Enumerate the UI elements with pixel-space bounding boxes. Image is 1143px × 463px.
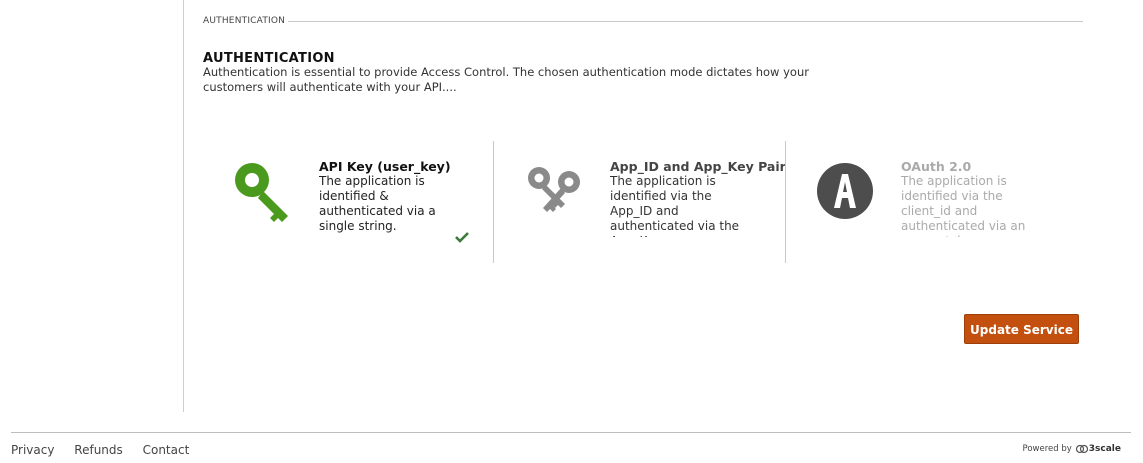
footer-link-refunds[interactable]: Refunds [74,443,123,457]
footer-link-privacy[interactable]: Privacy [11,443,54,457]
option-text: OAuth 2.0 The application is identified … [901,159,1081,237]
double-key-icon [528,167,580,212]
section-title: AUTHENTICATION [203,51,335,66]
option-divider [785,141,786,263]
brand-name: 3scale [1088,444,1121,454]
auth-option-app-id-key[interactable]: App_ID and App_Key Pair The application … [499,140,789,263]
footer-links: Privacy Refunds Contact [11,443,205,457]
checkmark-icon [455,232,469,243]
update-service-button[interactable]: Update Service [964,314,1079,344]
auth-option-api-key[interactable]: API Key (user_key) The application is id… [208,140,498,263]
option-divider [493,141,494,263]
fieldset-legend: AUTHENTICATION [203,16,286,26]
option-title: API Key (user_key) [319,159,451,174]
option-description: The application is identified & authenti… [319,174,436,233]
powered-by-label: Powered by [1022,444,1072,454]
powered-by: Powered by 3scale [1023,444,1121,454]
option-title: App_ID and App_Key Pair [610,159,786,174]
oauth-icon [817,163,873,219]
sidebar-divider [183,0,184,412]
footer-link-contact[interactable]: Contact [143,443,190,457]
legend-rule [288,21,1083,22]
auth-option-oauth[interactable]: OAuth 2.0 The application is identified … [790,140,1080,263]
brand-logo[interactable]: 3scale [1075,444,1121,454]
green-key-icon [235,163,288,222]
option-description: The application is identified via the Ap… [610,174,740,237]
footer-divider [11,432,1131,433]
brand-logo-icon [1075,444,1088,454]
option-text: API Key (user_key) The application is id… [319,159,499,237]
section-description: Authentication is essential to provide A… [203,65,809,94]
option-description: The application is identified via the cl… [901,174,1026,237]
option-text: App_ID and App_Key Pair The application … [610,159,790,237]
option-title: OAuth 2.0 [901,159,972,174]
